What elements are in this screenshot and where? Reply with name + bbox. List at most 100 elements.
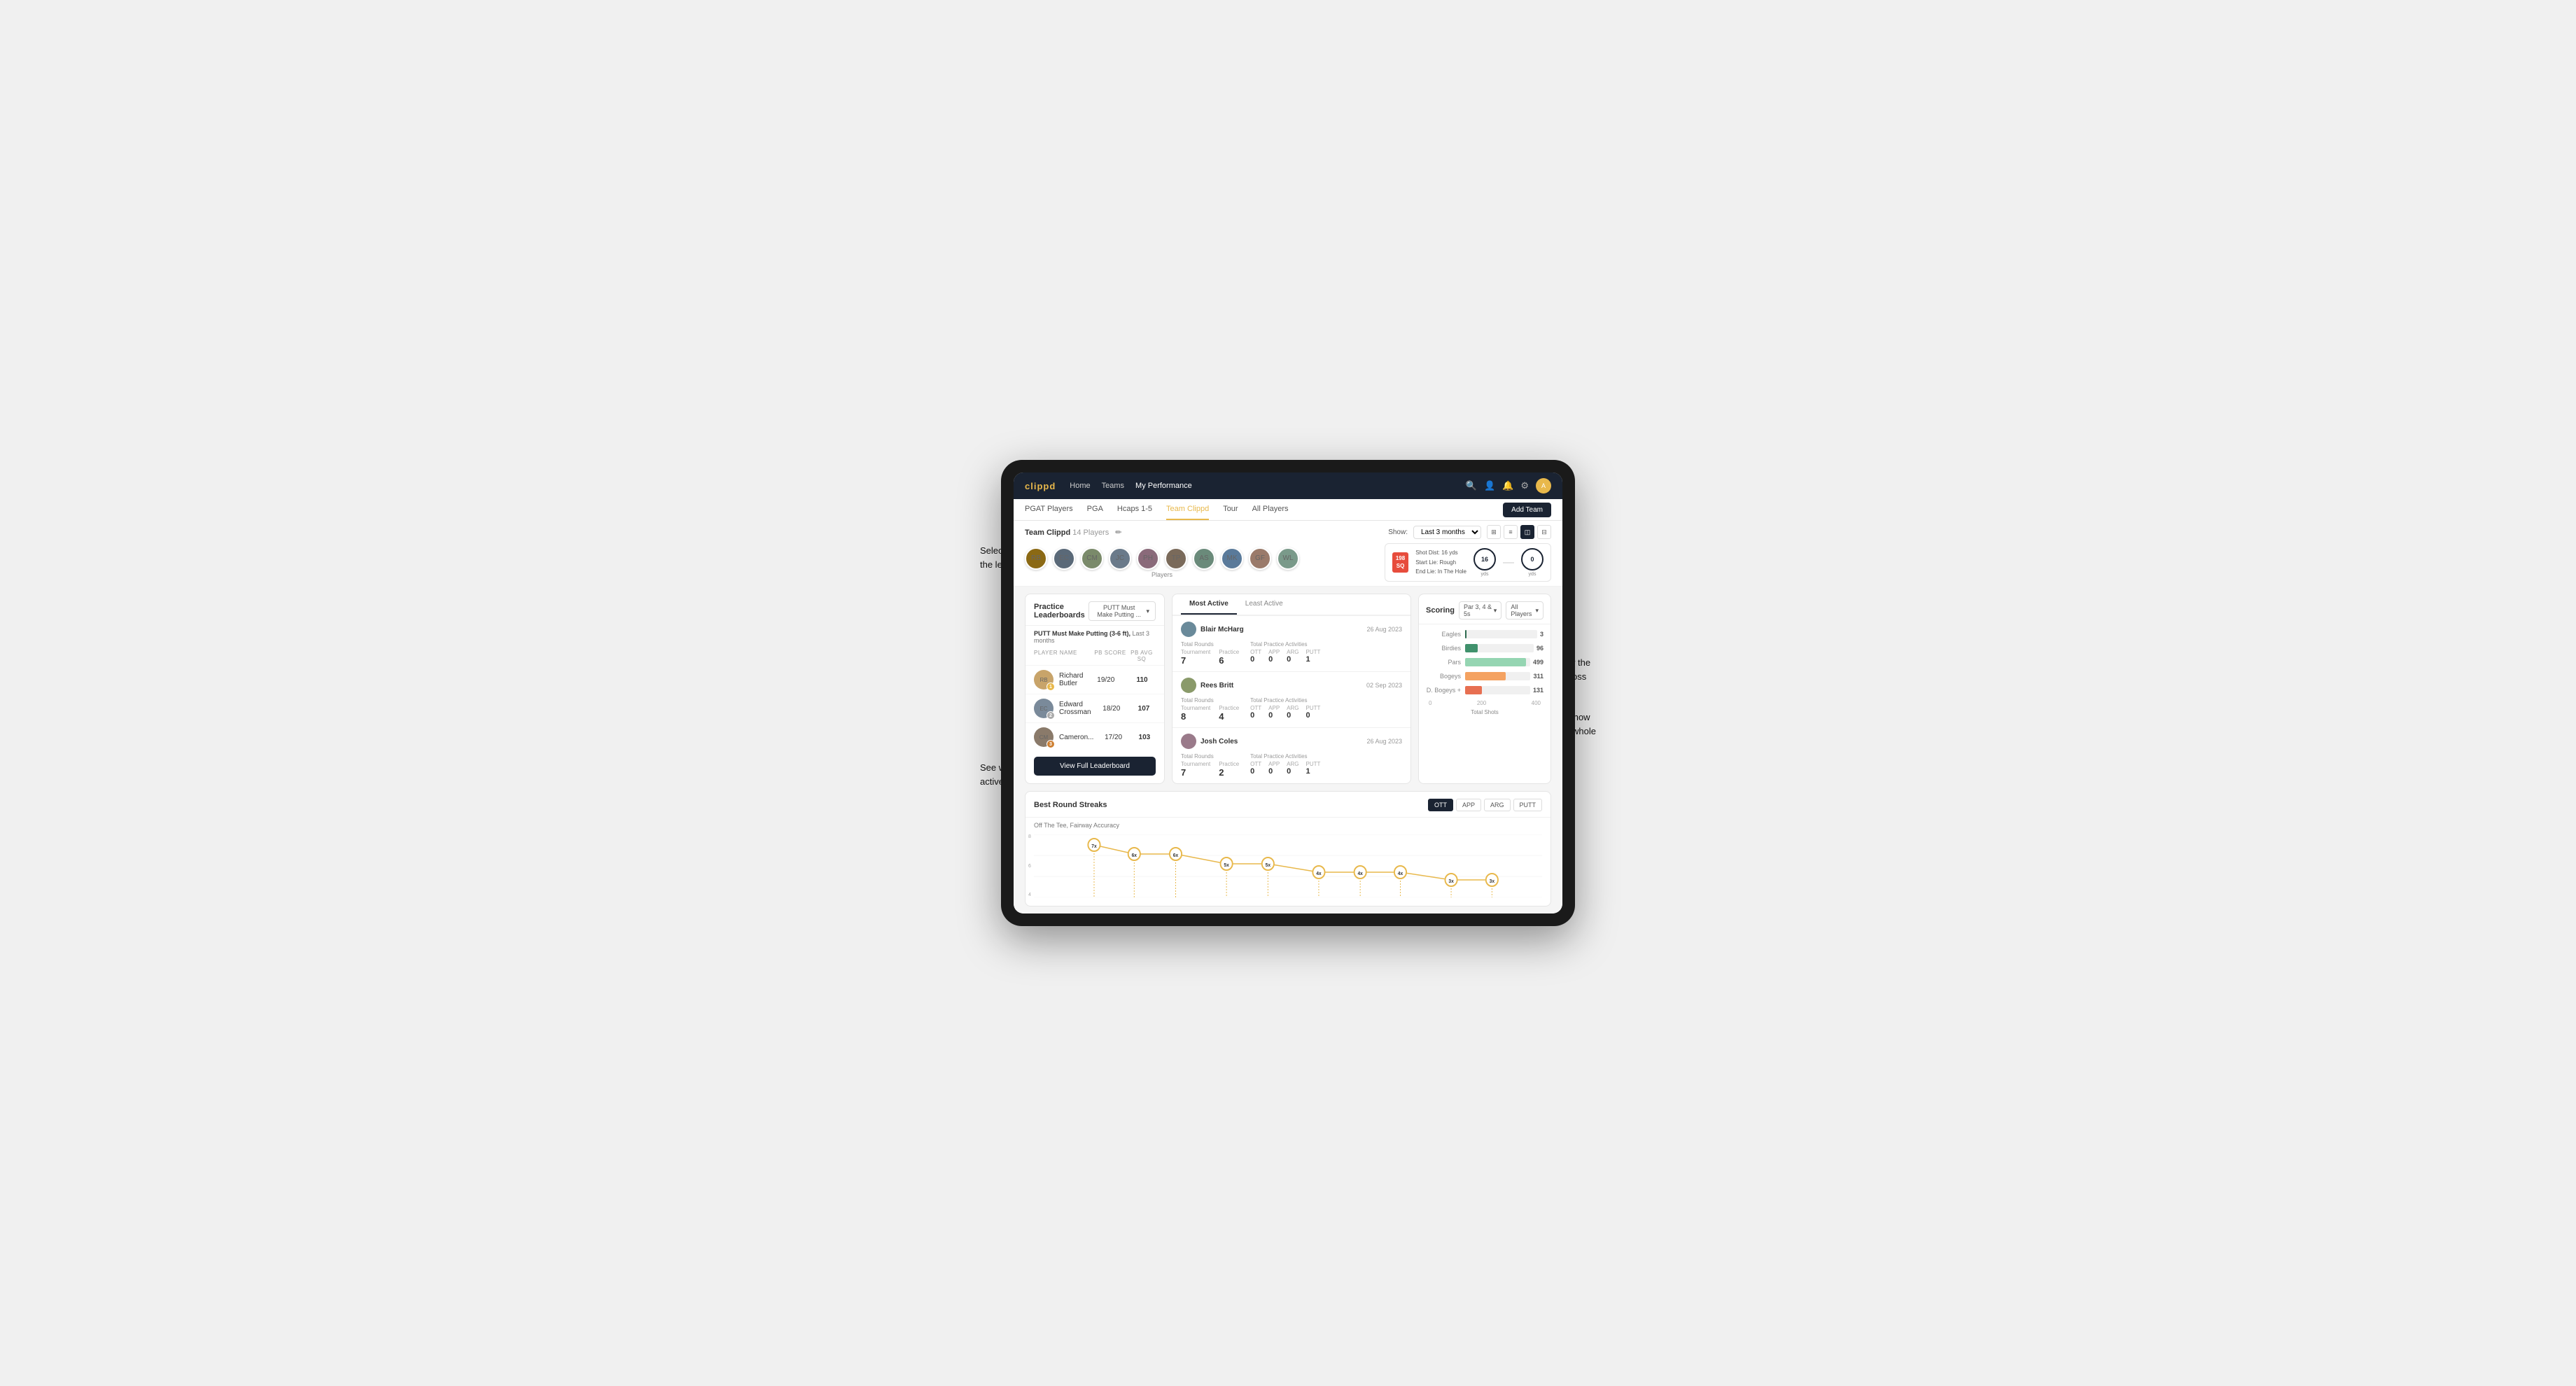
sub-nav-team-clippd[interactable]: Team Clippd	[1166, 499, 1209, 520]
player-avatar-10[interactable]: WL	[1277, 547, 1299, 570]
lb-badge-bronze: 3	[1046, 740, 1055, 748]
show-filter: Show: Last 3 months Last 6 months Last y…	[1388, 525, 1551, 539]
player-avatar-4[interactable]: JC	[1109, 547, 1131, 570]
lb-avg-2: 107	[1132, 705, 1156, 713]
avatar[interactable]: A	[1536, 478, 1551, 493]
player-avatar-2[interactable]: EC	[1053, 547, 1075, 570]
leaderboard-drill-dropdown[interactable]: PUTT Must Make Putting ... ▾	[1088, 601, 1156, 621]
total-practice-group-3: Total Practice Activities OTT 0 APP 0	[1250, 753, 1320, 778]
streaks-chart-area: 8 6 4	[1026, 832, 1550, 906]
player-avatar-6[interactable]: TP	[1165, 547, 1187, 570]
practice-val-2: 4	[1219, 711, 1239, 722]
player-avatar-1[interactable]: RB	[1025, 547, 1047, 570]
sub-nav-tour[interactable]: Tour	[1223, 499, 1238, 520]
tab-most-active[interactable]: Most Active	[1181, 594, 1237, 615]
putt-val-3: 1	[1306, 767, 1321, 776]
scoring-bars: Eagles 3 Birdies 96	[1419, 624, 1550, 721]
player-avatar-9[interactable]: GF	[1249, 547, 1271, 570]
sub-nav-all-players[interactable]: All Players	[1252, 499, 1289, 520]
scoring-title: Scoring	[1426, 606, 1455, 615]
table-view-icon[interactable]: ⊟	[1537, 525, 1551, 539]
player-avatar-5[interactable]: PH	[1137, 547, 1159, 570]
arg-val-2: 0	[1287, 711, 1298, 720]
axis-400: 400	[1532, 700, 1541, 706]
lb-row-2[interactable]: EC 2 Edward Crossman 18/20 107	[1026, 694, 1164, 722]
nav-home[interactable]: Home	[1070, 482, 1090, 490]
nav-teams[interactable]: Teams	[1102, 482, 1124, 490]
bar-row-pars: Pars 499	[1426, 658, 1544, 666]
bar-label-bogeys: Bogeys	[1426, 673, 1461, 680]
show-label: Show:	[1388, 528, 1408, 536]
activity-stats-2: Total Rounds Tournament 8 Practice 4	[1181, 697, 1402, 722]
bar-val-dbogeys: 131	[1533, 687, 1544, 694]
par-name-3: Josh Coles	[1200, 738, 1238, 746]
ott-val-3: 0	[1250, 767, 1261, 776]
sub-nav-pga[interactable]: PGA	[1087, 499, 1103, 520]
par-date-1: 26 Aug 2023	[1366, 626, 1402, 633]
bell-icon[interactable]: 🔔	[1502, 480, 1513, 491]
settings-icon[interactable]: ⚙	[1520, 480, 1529, 491]
bar-fill-eagles	[1465, 630, 1466, 638]
player-avatar-3[interactable]: CM	[1081, 547, 1103, 570]
activity-tabs: Most Active Least Active	[1172, 594, 1410, 615]
card-view-icon[interactable]: ◫	[1520, 525, 1534, 539]
app-val-1: 0	[1268, 655, 1280, 664]
arg-val-3: 0	[1287, 767, 1298, 776]
bar-val-bogeys: 311	[1533, 673, 1544, 680]
edit-team-icon[interactable]: ✏	[1115, 528, 1121, 537]
players-filter-dropdown[interactable]: All Players ▾	[1506, 601, 1544, 620]
lb-avatar-3: CM 3	[1034, 727, 1054, 747]
activity-header-2: Rees Britt 02 Sep 2023	[1181, 678, 1402, 693]
lb-score-2: 18/20	[1097, 705, 1126, 713]
dot-label-2: 6x	[1132, 853, 1138, 858]
filter-btn-ott[interactable]: OTT	[1428, 799, 1453, 811]
filter-btn-putt[interactable]: PUTT	[1513, 799, 1543, 811]
dot-label-7: 4x	[1357, 872, 1363, 876]
chevron-down-icon: ▾	[1494, 607, 1497, 615]
search-icon[interactable]: 🔍	[1466, 480, 1477, 491]
activity-card: Most Active Least Active Blair McHarg 26…	[1172, 594, 1411, 784]
lb-row-1[interactable]: RB 1 Richard Butler 19/20 110	[1026, 665, 1164, 694]
sub-nav-pgat[interactable]: PGAT Players	[1025, 499, 1073, 520]
player-avatar-7[interactable]: AS	[1193, 547, 1215, 570]
grid-view-icon[interactable]: ⊞	[1487, 525, 1501, 539]
par-avatar-2	[1181, 678, 1196, 693]
lb-score-1: 19/20	[1088, 676, 1123, 684]
practice-val-3: 2	[1219, 767, 1239, 778]
streaks-title: Best Round Streaks	[1034, 801, 1107, 809]
putt-stat-1: PUTT 1	[1306, 649, 1321, 664]
bar-label-dbogeys: D. Bogeys +	[1426, 687, 1461, 694]
lb-row-3[interactable]: CM 3 Cameron... 17/20 103	[1026, 722, 1164, 751]
activity-stats-1: Total Rounds Tournament 7 Practice 6	[1181, 641, 1402, 666]
lb-name-1: Richard Butler	[1059, 672, 1083, 687]
lb-avatar-2: EC 2	[1034, 699, 1054, 718]
view-full-leaderboard-button[interactable]: View Full Leaderboard	[1034, 757, 1156, 776]
filter-btn-arg[interactable]: ARG	[1484, 799, 1511, 811]
arg-stat-3: ARG 0	[1287, 761, 1298, 776]
activity-row-3: Josh Coles 26 Aug 2023 Total Rounds Tour…	[1172, 727, 1410, 783]
bar-val-pars: 499	[1533, 659, 1544, 666]
total-rounds-group-2: Total Rounds Tournament 8 Practice 4	[1181, 697, 1239, 722]
tab-least-active[interactable]: Least Active	[1237, 594, 1292, 615]
filter-btn-app[interactable]: APP	[1456, 799, 1481, 811]
activity-player-2: Rees Britt	[1181, 678, 1233, 693]
leaderboard-title: Practice Leaderboards	[1034, 603, 1088, 620]
person-icon[interactable]: 👤	[1484, 480, 1495, 491]
list-view-icon[interactable]: ≡	[1504, 525, 1518, 539]
bar-row-bogeys: Bogeys 311	[1426, 672, 1544, 680]
tablet-frame: clippd Home Teams My Performance 🔍 👤 🔔 ⚙…	[1001, 460, 1575, 926]
nav-my-performance[interactable]: My Performance	[1135, 482, 1192, 490]
show-select[interactable]: Last 3 months Last 6 months Last year	[1413, 526, 1481, 539]
arg-val-1: 0	[1287, 655, 1298, 664]
practice-leaderboard-card: Practice Leaderboards PUTT Must Make Put…	[1025, 594, 1165, 784]
axis-0: 0	[1429, 700, 1432, 706]
chevron-down-icon: ▾	[1535, 607, 1539, 615]
add-team-button[interactable]: Add Team	[1503, 503, 1551, 517]
lb-badge-silver: 2	[1046, 711, 1055, 720]
team-title: Team Clippd 14 Players ✏	[1025, 528, 1122, 537]
putt-stat-2: PUTT 0	[1306, 705, 1321, 720]
sub-nav-hcaps[interactable]: Hcaps 1-5	[1117, 499, 1152, 520]
shot-card: 198SQ Shot Dist: 16 yds Start Lie: Rough…	[1385, 543, 1551, 582]
player-avatar-8[interactable]: MK	[1221, 547, 1243, 570]
par-filter-dropdown[interactable]: Par 3, 4 & 5s ▾	[1459, 601, 1502, 620]
